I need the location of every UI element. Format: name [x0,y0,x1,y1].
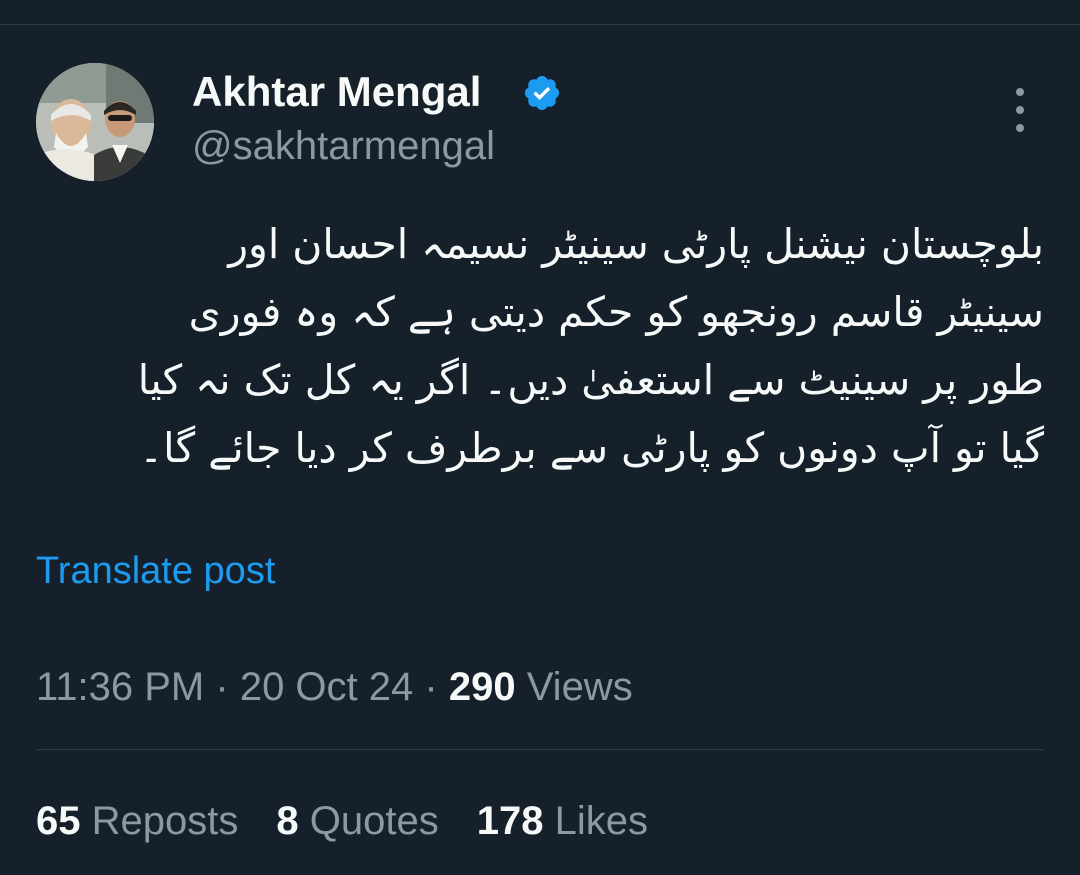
translate-post-link[interactable]: Translate post [36,548,275,594]
post-date[interactable]: 20 Oct 24 [240,665,413,709]
post-meta: 11:36 PM · 20 Oct 24 · 290 Views [36,662,633,712]
likes-count: 178 [476,799,544,843]
post-text: بلوچستان نیشنل پارٹی سینیٹر نسیمہ احسان … [36,210,1044,482]
more-dot [1016,124,1024,132]
quotes-label: Quotes [309,799,439,843]
post-line: طور پر سینیٹ سے استعفیٰ دیں۔ اگر یہ کل ت… [137,356,1044,404]
avatar[interactable] [36,63,154,181]
post-line: گیا تو آپ دونوں کو پارٹی سے برطرف کر دیا… [139,424,1044,472]
likes-stat[interactable]: 178 Likes [477,796,648,846]
verified-badge-icon [522,73,562,113]
reposts-count: 65 [36,799,81,843]
reposts-label: Reposts [91,799,239,843]
quotes-count: 8 [276,799,299,843]
meta-separator: · [424,665,438,709]
stats-divider [36,749,1044,750]
post-line: بلوچستان نیشنل پارٹی سینیٹر نسیمہ احسان … [228,220,1044,268]
meta-separator: · [215,665,229,709]
top-divider [0,24,1080,25]
author-handle[interactable]: @sakhtarmengal [192,122,495,170]
more-dot [1016,106,1024,114]
likes-label: Likes [554,799,648,843]
author-name[interactable]: Akhtar Mengal [192,66,481,118]
reposts-stat[interactable]: 65 Reposts [36,796,238,846]
post-line: سینیٹر قاسم رونجھو کو حکم دیتی ہے کہ وہ … [188,288,1044,336]
views-count: 290 [448,665,516,709]
engagement-stats: 65 Reposts 8 Quotes 178 Likes [36,796,686,846]
more-options-icon[interactable] [1000,88,1040,132]
more-dot [1016,88,1024,96]
quotes-stat[interactable]: 8 Quotes [276,796,438,846]
avatar-photo [36,63,154,181]
views-label: Views [526,665,633,709]
post-time[interactable]: 11:36 PM [36,665,204,709]
